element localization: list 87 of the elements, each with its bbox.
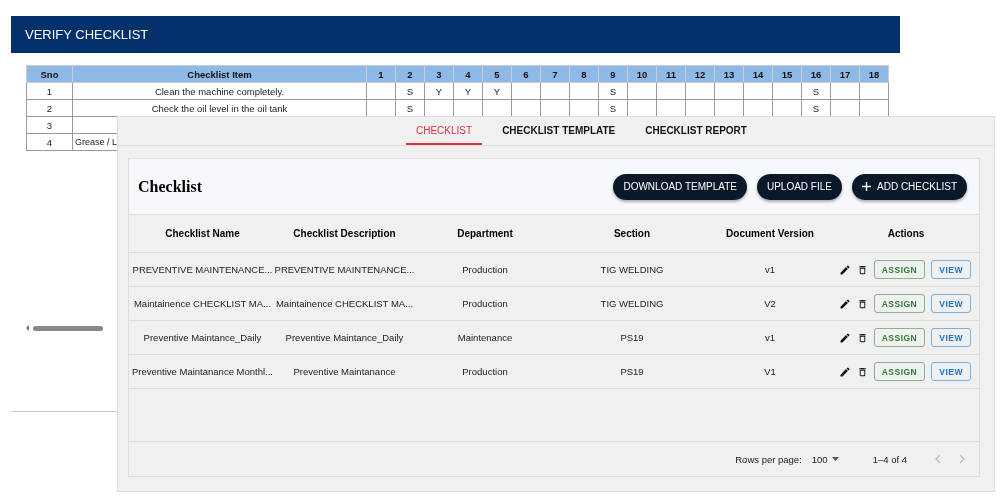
table-cell: 4	[26, 133, 73, 151]
column-header: 1	[366, 65, 396, 83]
table-cell: V1	[707, 355, 833, 389]
edit-icon[interactable]	[838, 297, 851, 310]
table-cell: Preventive Maintance_Daily	[276, 321, 413, 355]
card-title: Checklist	[138, 177, 203, 196]
column-header: 15	[772, 65, 802, 83]
plus-icon	[862, 182, 871, 191]
column-header: 6	[511, 65, 541, 83]
table-cell: PREVENTIVE MAINTENANCE...	[129, 253, 276, 287]
action-button[interactable]: UPLOAD FILE	[756, 173, 842, 200]
page-title: VERIFY CHECKLIST	[11, 16, 900, 53]
table-cell: Preventive Maintanance	[276, 355, 413, 389]
table-cell: S	[598, 82, 628, 100]
table-cell: Production	[413, 253, 557, 287]
column-header: 14	[743, 65, 773, 83]
column-header: 17	[830, 65, 860, 83]
assign-button[interactable]: ASSIGN	[873, 362, 926, 381]
table-cell: PS19	[557, 355, 707, 389]
table-cell: Production	[413, 287, 557, 321]
tab[interactable]: CHECKLIST REPORT	[635, 117, 757, 145]
column-header: 4	[453, 65, 483, 83]
assign-button[interactable]: ASSIGN	[873, 328, 926, 347]
table-cell: 1	[26, 82, 73, 100]
delete-icon[interactable]	[856, 331, 868, 344]
column-header: Sno	[26, 65, 73, 83]
scrollbar[interactable]	[26, 325, 103, 331]
table-cell: PS19	[557, 321, 707, 355]
table-cell: Preventive Maintanance Monthl...	[129, 355, 276, 389]
edit-icon[interactable]	[838, 263, 851, 276]
view-button[interactable]: VIEW	[931, 294, 971, 313]
table-cell: Preventive Maintance_Daily	[129, 321, 276, 355]
page-range: 1–4 of 4	[872, 453, 907, 465]
table-cell: 3	[26, 116, 73, 134]
column-header: Section	[557, 215, 707, 253]
column-header: Document Version	[707, 215, 833, 253]
assign-button[interactable]: ASSIGN	[873, 294, 926, 313]
table-cell: Maintenance	[413, 321, 557, 355]
table-cell: 2	[26, 99, 73, 117]
column-header: Checklist Description	[276, 215, 413, 253]
column-header: 5	[482, 65, 512, 83]
table-cell: v1	[707, 253, 833, 287]
column-header: 10	[627, 65, 657, 83]
table-cell: V2	[707, 287, 833, 321]
edit-icon[interactable]	[838, 365, 851, 378]
table-cell: TIG WELDING	[557, 253, 707, 287]
delete-icon[interactable]	[856, 263, 868, 276]
table-cell: Clean the machine completely.	[72, 82, 367, 100]
tab[interactable]: CHECKLIST TEMPLATE	[492, 117, 626, 145]
table-cell: Maintainence CHECKLIST MA...	[129, 287, 276, 321]
table-cell: Y	[453, 82, 483, 100]
column-header: 9	[598, 65, 628, 83]
table-cell: Production	[413, 355, 557, 389]
table-cell: PREVENTIVE MAINTENANCE...	[276, 253, 413, 287]
edit-icon[interactable]	[838, 331, 851, 344]
column-header: 12	[685, 65, 715, 83]
rows-per-page-label: Rows per page:	[735, 453, 802, 465]
column-header: Department	[413, 215, 557, 253]
column-header: 13	[714, 65, 744, 83]
table-cell: TIG WELDING	[557, 287, 707, 321]
view-button[interactable]: VIEW	[931, 328, 971, 347]
table-cell: Y	[424, 82, 454, 100]
column-header: Actions	[833, 215, 979, 253]
table-cell: Y	[482, 82, 512, 100]
column-header: 3	[424, 65, 454, 83]
column-header: 2	[395, 65, 425, 83]
view-button[interactable]: VIEW	[931, 362, 971, 381]
add-button[interactable]: ADD CHECKLIST	[852, 173, 967, 200]
assign-button[interactable]: ASSIGN	[873, 260, 926, 279]
view-button[interactable]: VIEW	[931, 260, 971, 279]
tab[interactable]: CHECKLIST	[406, 117, 483, 145]
column-header: Checklist Name	[129, 215, 276, 253]
column-header: 16	[801, 65, 831, 83]
table-cell: Maintainence CHECKLIST MA...	[276, 287, 413, 321]
table-cell: S	[395, 82, 425, 100]
column-header: 7	[540, 65, 570, 83]
action-button[interactable]: DOWNLOAD TEMPLATE	[613, 173, 747, 200]
column-header: 11	[656, 65, 686, 83]
delete-icon[interactable]	[856, 365, 868, 378]
table-cell: v1	[707, 321, 833, 355]
caret-icon	[831, 457, 839, 461]
column-header: 8	[569, 65, 599, 83]
delete-icon[interactable]	[856, 297, 868, 310]
column-header: 18	[859, 65, 889, 83]
table-cell: S	[801, 82, 831, 100]
rows-per-page-select[interactable]: 100	[811, 453, 839, 465]
column-header: Checklist Item	[72, 65, 367, 83]
